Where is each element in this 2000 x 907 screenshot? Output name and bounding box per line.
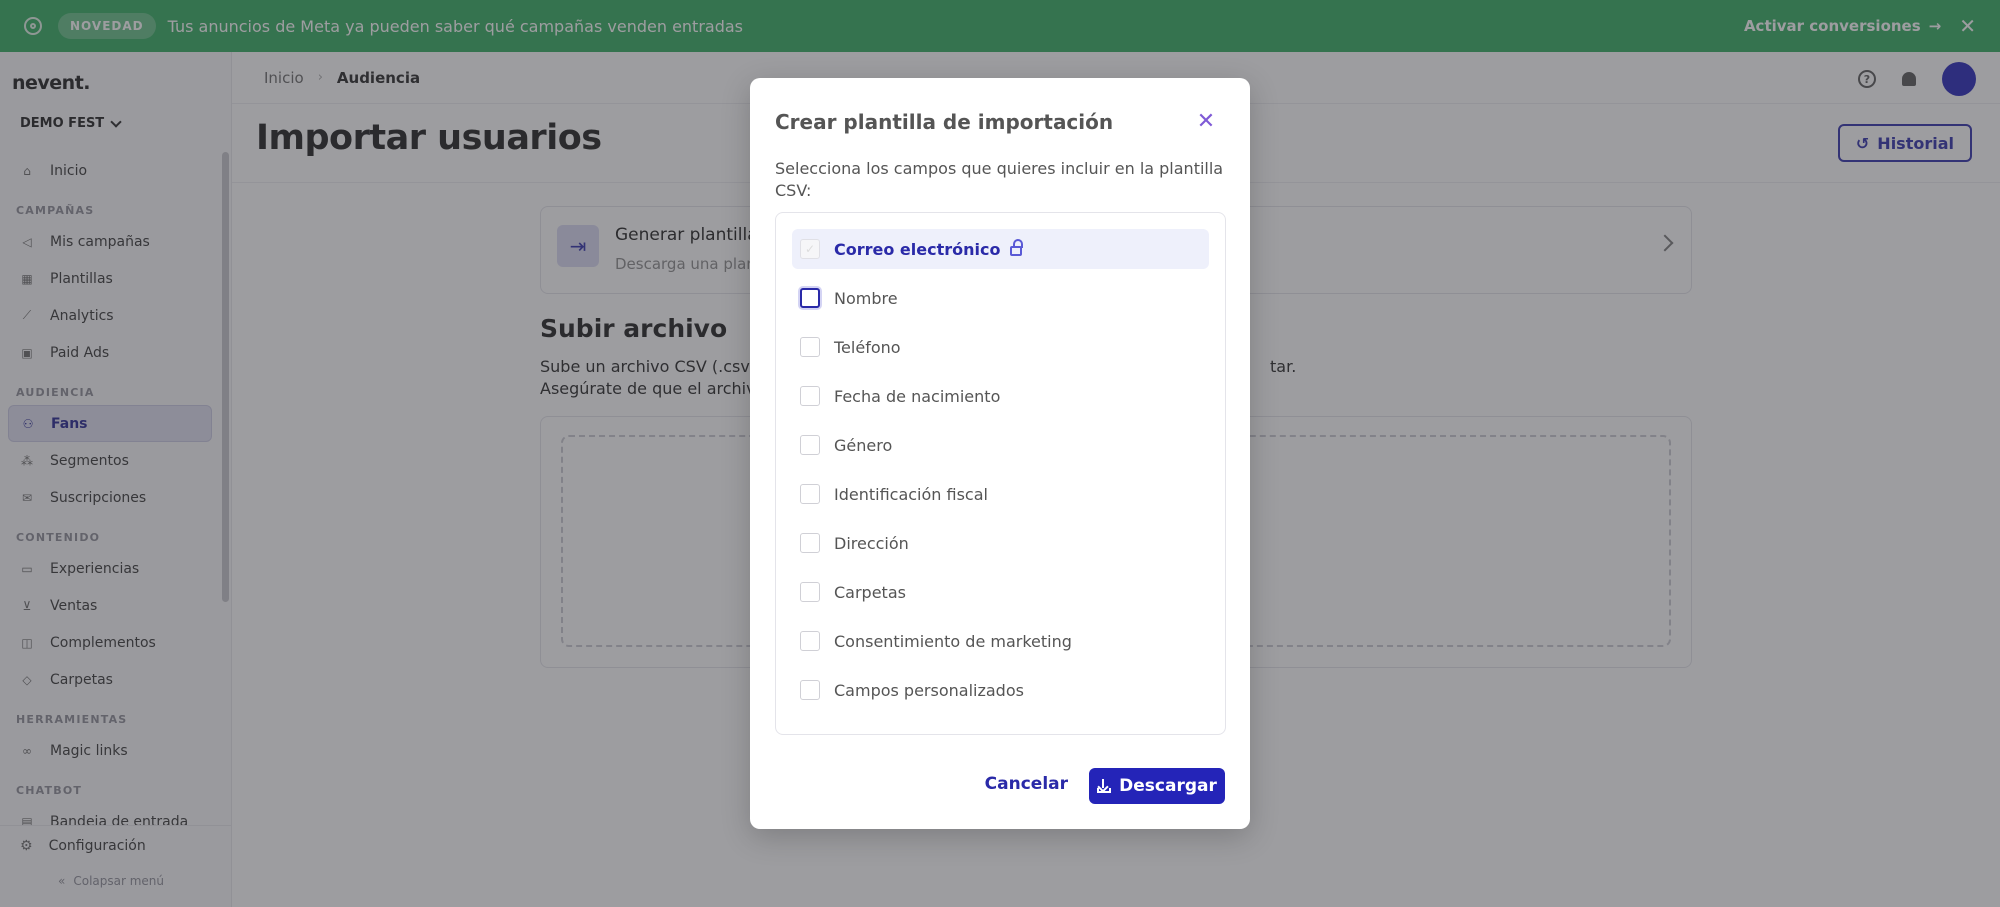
field-row-identificacion-fiscal[interactable]: Identificación fiscal — [792, 474, 1209, 514]
field-label: Carpetas — [834, 582, 906, 602]
fields-list: ✓ Correo electrónico Nombre Teléfono Fec… — [775, 212, 1226, 735]
field-label: Campos personalizados — [834, 680, 1024, 700]
field-label: Consentimiento de marketing — [834, 631, 1072, 651]
checkbox-consentimiento[interactable] — [800, 631, 820, 651]
checkbox-genero[interactable] — [800, 435, 820, 455]
download-button[interactable]: Descargar — [1089, 768, 1225, 804]
field-label: Teléfono — [834, 337, 901, 357]
checkbox-email: ✓ — [800, 239, 820, 259]
field-row-genero[interactable]: Género — [792, 425, 1209, 465]
field-row-direccion[interactable]: Dirección — [792, 523, 1209, 563]
cancel-button[interactable]: Cancelar — [985, 774, 1068, 794]
create-template-modal: Crear plantilla de importación ✕ Selecci… — [750, 78, 1250, 829]
field-row-carpetas[interactable]: Carpetas — [792, 572, 1209, 612]
checkbox-telefono[interactable] — [800, 337, 820, 357]
checkbox-identificacion-fiscal[interactable] — [800, 484, 820, 504]
field-label: Género — [834, 435, 893, 455]
field-label: Fecha de nacimiento — [834, 386, 1001, 406]
modal-title: Crear plantilla de importación — [775, 110, 1114, 134]
checkbox-fecha-nacimiento[interactable] — [800, 386, 820, 406]
field-label: Identificación fiscal — [834, 484, 988, 504]
close-icon[interactable]: ✕ — [1196, 111, 1216, 133]
checkbox-nombre[interactable] — [800, 288, 820, 308]
lock-icon — [1010, 239, 1024, 256]
field-row-nombre[interactable]: Nombre — [792, 278, 1209, 318]
checkbox-campos-personalizados[interactable] — [800, 680, 820, 700]
field-row-consentimiento[interactable]: Consentimiento de marketing — [792, 621, 1209, 661]
download-icon — [1097, 779, 1112, 793]
field-row-email: ✓ Correo electrónico — [792, 229, 1209, 269]
modal-description: Selecciona los campos que quieres inclui… — [775, 159, 1224, 200]
field-label: Nombre — [834, 288, 898, 308]
download-label: Descargar — [1119, 776, 1217, 796]
field-row-fecha-nacimiento[interactable]: Fecha de nacimiento — [792, 376, 1209, 416]
checkbox-direccion[interactable] — [800, 533, 820, 553]
checkbox-carpetas[interactable] — [800, 582, 820, 602]
field-label: Correo electrónico — [834, 239, 1001, 259]
field-row-telefono[interactable]: Teléfono — [792, 327, 1209, 367]
field-label: Dirección — [834, 533, 909, 553]
field-row-campos-personalizados[interactable]: Campos personalizados — [792, 670, 1209, 710]
